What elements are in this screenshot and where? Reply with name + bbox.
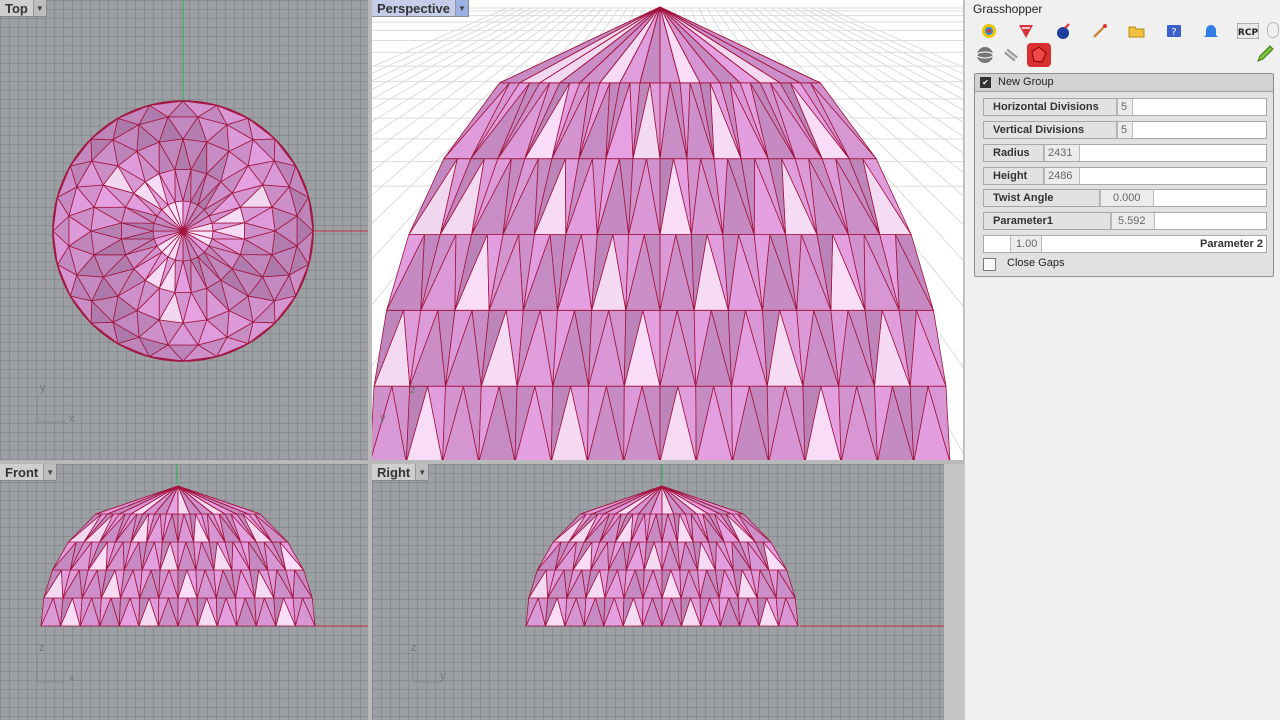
checkbox-checked-icon[interactable]: ✔ — [980, 77, 991, 88]
chevron-down-icon[interactable]: ▼ — [43, 464, 57, 480]
viewport-top[interactable]: Top ▼ y x — [0, 0, 368, 460]
slider-name: Twist Angle — [984, 190, 1100, 206]
help-icon[interactable]: ? — [1162, 20, 1186, 42]
panel-title: Grasshopper — [973, 2, 1043, 16]
close-gaps-checkbox[interactable] — [983, 258, 996, 271]
slider-value[interactable]: 2431 — [1044, 145, 1080, 161]
axis-y-label: y — [380, 412, 386, 424]
viewport-label: Front — [5, 464, 39, 480]
parameter2-slider[interactable]: 1.00 Parameter 2 — [983, 235, 1267, 253]
height-slider[interactable]: Height 2486 — [983, 167, 1267, 185]
slider-name: Parameter 2 — [1200, 238, 1263, 250]
panel-scrollbar[interactable] — [1267, 22, 1279, 38]
curve-icon[interactable] — [1088, 20, 1112, 42]
params-icon[interactable] — [977, 20, 1001, 42]
vector-icon[interactable] — [1051, 20, 1075, 42]
cylinder-icon[interactable] — [1000, 43, 1024, 67]
viewport-gap — [944, 464, 964, 720]
group-title: New Group — [998, 76, 1054, 88]
slider-value[interactable]: 5 — [1117, 122, 1133, 138]
viewport-label: Right — [377, 464, 411, 480]
brep-icon[interactable] — [1027, 43, 1051, 67]
right-view-dome — [412, 464, 944, 683]
chevron-down-icon[interactable]: ▼ — [415, 464, 429, 480]
slider-value[interactable]: 0.000 — [1100, 190, 1154, 206]
horizontal-divisions-slider[interactable]: Horizontal Divisions 5 — [983, 98, 1267, 116]
maths-icon[interactable] — [1014, 20, 1038, 42]
viewport-label: Top — [5, 0, 28, 16]
front-view-dome — [36, 464, 368, 683]
viewport-tab-right[interactable]: Right ▼ — [372, 464, 430, 481]
slider-value[interactable]: 2486 — [1044, 168, 1080, 184]
viewport-right[interactable]: Right ▼ z y — [372, 464, 944, 720]
component-toolbar: ? RCP — [977, 20, 1260, 42]
pencil-icon[interactable] — [1255, 44, 1275, 69]
slider-name: Height — [984, 168, 1044, 184]
vertical-divisions-slider[interactable]: Vertical Divisions 5 — [983, 121, 1267, 139]
notification-icon[interactable] — [1199, 20, 1223, 42]
parameter1-slider[interactable]: Parameter1 5.592 — [983, 212, 1267, 230]
axis-y-label: y — [440, 670, 446, 682]
slider-name: Vertical Divisions — [984, 122, 1117, 138]
viewport-label: Perspective — [377, 0, 450, 16]
perspective-view-dome — [372, 6, 963, 460]
component-toolbar-row2 — [973, 43, 1051, 67]
rcp-icon[interactable]: RCP — [1236, 20, 1260, 42]
axis-z-label: z — [410, 384, 416, 396]
slider-name: Parameter1 — [984, 213, 1111, 229]
radius-slider[interactable]: Radius 2431 — [983, 144, 1267, 162]
viewport-tab-top[interactable]: Top ▼ — [0, 0, 47, 17]
slider-value[interactable]: 5.592 — [1111, 213, 1155, 229]
viewport-tab-front[interactable]: Front ▼ — [0, 464, 58, 481]
chevron-down-icon[interactable]: ▼ — [455, 0, 468, 16]
group-header[interactable]: ✔ New Group — [975, 74, 1273, 92]
slider-value[interactable]: 1.00 — [1010, 236, 1042, 252]
slider-name: Horizontal Divisions — [984, 99, 1117, 115]
chevron-down-icon[interactable]: ▼ — [32, 0, 46, 16]
svg-text:?: ? — [1171, 27, 1176, 38]
viewport-perspective[interactable]: Perspective ▼ z y — [372, 0, 963, 460]
axis-x-label: x — [69, 672, 75, 684]
rcp-label: RCP — [1238, 28, 1259, 38]
axis-gizmo-top — [36, 397, 66, 423]
viewport-front[interactable]: Front ▼ z x — [0, 464, 368, 720]
viewport-tab-perspective[interactable]: Perspective ▼ — [372, 0, 469, 17]
axis-z-label: z — [39, 642, 45, 654]
slider-group[interactable]: ✔ New Group Horizontal Divisions 5 Verti… — [974, 73, 1274, 277]
sphere-icon[interactable] — [973, 43, 997, 67]
twist-angle-slider[interactable]: Twist Angle 0.000 — [983, 189, 1267, 207]
close-gaps-label: Close Gaps — [1007, 257, 1065, 269]
axis-z-label: z — [411, 642, 417, 654]
slider-name: Radius — [984, 145, 1044, 161]
open-icon[interactable] — [1125, 20, 1149, 42]
slider-value[interactable]: 5 — [1117, 99, 1133, 115]
